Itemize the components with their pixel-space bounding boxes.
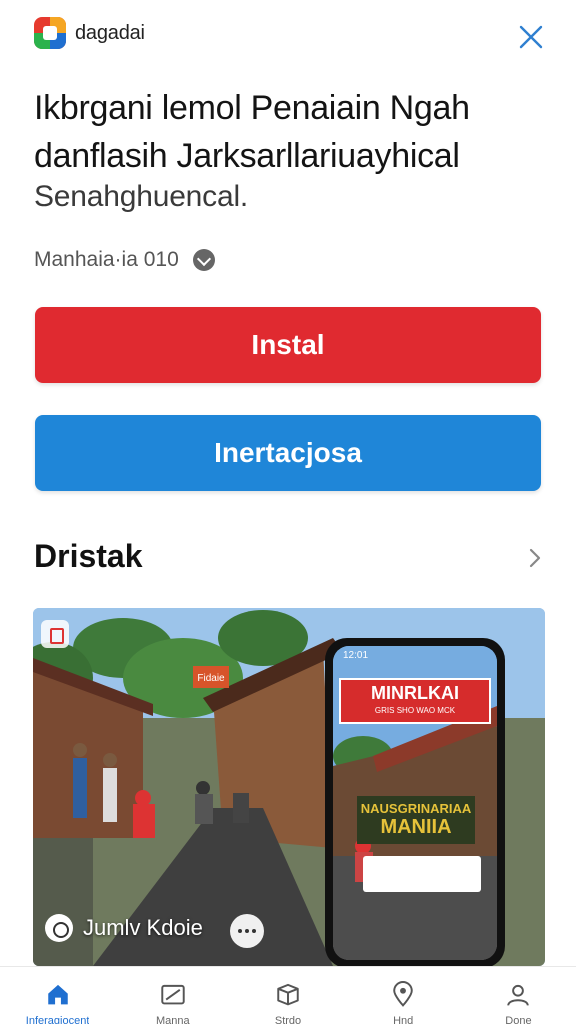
- close-icon: [519, 25, 543, 49]
- close-button[interactable]: [514, 20, 548, 54]
- card-icon: [161, 984, 185, 1005]
- nav-item-home[interactable]: Inferagiocent: [0, 967, 115, 1024]
- meta-text: Manhaia·ia 010: [34, 248, 179, 271]
- phone-sign: NAUSGRINARIAA MANIIA: [357, 796, 475, 844]
- nav-item-card[interactable]: Manna: [115, 967, 230, 1024]
- more-dot: [238, 929, 242, 933]
- map-pin-icon: [393, 981, 413, 1007]
- more-dot: [252, 929, 256, 933]
- verified-icon: [192, 249, 215, 271]
- nav-item-box[interactable]: Strdo: [230, 967, 345, 1024]
- phone-banner-title: MINRLKAI: [371, 683, 459, 703]
- nav-label: Hnd: [393, 1015, 414, 1024]
- record-icon: [45, 914, 73, 942]
- media-caption: Jumlv Kdoie: [45, 914, 203, 942]
- box-icon: [277, 983, 299, 1006]
- nav-label: Manna: [155, 1015, 190, 1024]
- media-badge-icon: [41, 620, 69, 648]
- install-button[interactable]: Instal: [35, 307, 541, 383]
- chevron-right-icon: [529, 548, 541, 568]
- bottom-navigation: Inferagiocent Manna Strdo Hnd Done: [0, 966, 576, 1024]
- app-subtitle: Senahghuencal.: [34, 180, 249, 213]
- nav-label: Strdo: [274, 1015, 302, 1024]
- app-title-line-1: Ikbrgani lemol Penaiain Ngah: [34, 89, 470, 127]
- nav-item-profile[interactable]: Done: [461, 967, 576, 1024]
- phone-screen: 12:01 MINRLKAI GRIS SHO WAO MCK NAUSGRIN…: [333, 646, 497, 960]
- street-banner-text: Fidaie: [197, 673, 225, 684]
- nav-label: Done: [505, 1015, 532, 1024]
- section-title: Dristak: [34, 538, 143, 574]
- profile-icon: [507, 984, 530, 1006]
- phone-status-time: 12:01: [343, 650, 369, 661]
- app-meta: Manhaia·ia 010: [34, 248, 215, 272]
- more-options-button[interactable]: [230, 914, 264, 948]
- section-more-button[interactable]: [522, 545, 548, 571]
- secondary-action-button[interactable]: Inertacjosa: [35, 415, 541, 491]
- media-label: Jumlv Kdoie: [83, 915, 203, 940]
- nav-item-map[interactable]: Hnd: [346, 967, 461, 1024]
- top-bar: dagadai: [0, 0, 576, 72]
- phone-popup-card: [363, 856, 481, 892]
- phone-banner: MINRLKAI GRIS SHO WAO MCK: [339, 678, 491, 724]
- phone-banner-subtitle: GRIS SHO WAO MCK: [374, 706, 456, 715]
- brand: dagadai: [33, 16, 145, 50]
- phone-sign-main: MANIIA: [380, 816, 452, 838]
- phone-sign-top: NAUSGRINARIAA: [360, 801, 472, 816]
- brand-name: dagadai: [75, 21, 145, 44]
- home-icon: [47, 984, 68, 1005]
- more-dot: [245, 929, 249, 933]
- preview-media[interactable]: Fidaie 12:01 MINRLKAI GRIS SHO WAO MCK N…: [33, 608, 545, 966]
- nav-label: Inferagiocent: [25, 1015, 90, 1024]
- app-title-line-2: danflasih Jarksarllariuayhical: [34, 137, 460, 175]
- app-store-logo-icon: [33, 16, 67, 50]
- app-title: Ikbrgani lemol Penaiain Ngah danflasih J…: [34, 84, 554, 180]
- phone-mockup: 12:01 MINRLKAI GRIS SHO WAO MCK NAUSGRIN…: [325, 638, 505, 966]
